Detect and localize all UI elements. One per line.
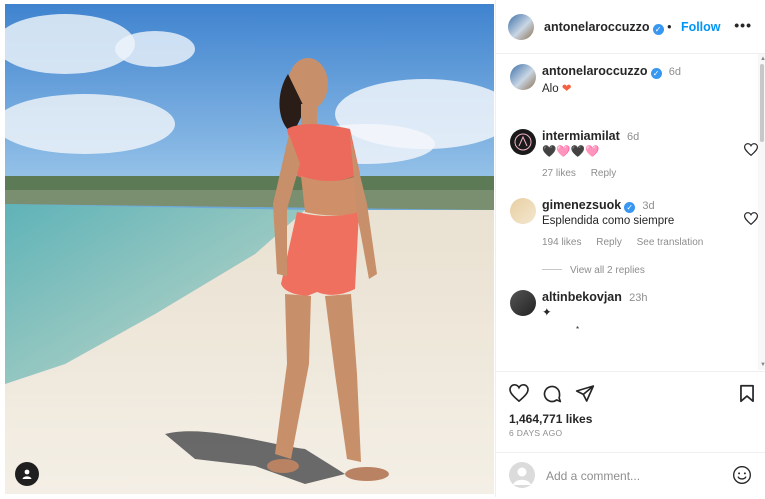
comments-list[interactable]: antonelaroccuzzo✓ 6d Alo ❤ intermiamila bbox=[496, 54, 758, 370]
caption-avatar[interactable] bbox=[510, 64, 536, 90]
comment-username[interactable]: intermiamilat bbox=[542, 129, 620, 143]
replies-divider bbox=[542, 269, 562, 270]
emoji-icon[interactable] bbox=[732, 465, 752, 485]
comment-likes[interactable]: 27 likes bbox=[542, 168, 576, 179]
caption-time: 6d bbox=[668, 66, 682, 78]
scroll-up-icon[interactable]: ▲ bbox=[760, 56, 765, 62]
comment-body: altinbekovjan 23h ✦ bbox=[542, 290, 730, 321]
instagram-post-modal: antonelaroccuzzo ✓ • Follow ••• antonelar… bbox=[0, 0, 765, 497]
like-comment-heart-icon[interactable] bbox=[744, 143, 758, 156]
separator-dot: • bbox=[667, 20, 672, 34]
reply-button[interactable]: Reply bbox=[596, 237, 622, 248]
scroll-down-icon[interactable]: ▼ bbox=[760, 362, 765, 368]
comment-time: 23h bbox=[629, 292, 648, 304]
like-heart-icon[interactable] bbox=[509, 384, 529, 402]
author-username[interactable]: antonelaroccuzzo bbox=[544, 20, 650, 34]
post-header: antonelaroccuzzo ✓ • Follow ••• bbox=[496, 0, 765, 54]
share-icon[interactable] bbox=[575, 384, 595, 403]
post-side-panel: antonelaroccuzzo ✓ • Follow ••• antonelar… bbox=[495, 0, 765, 497]
follow-button[interactable]: Follow bbox=[681, 20, 721, 34]
comment-likes[interactable]: 194 likes bbox=[542, 237, 581, 248]
add-comment-input[interactable]: Add a comment... bbox=[546, 469, 640, 483]
author-row: antonelaroccuzzo ✓ • Follow bbox=[544, 20, 721, 35]
comment-username[interactable]: altinbekovjan bbox=[542, 290, 622, 304]
comment-time: 3d bbox=[642, 200, 655, 212]
view-replies-button[interactable]: View all 2 replies bbox=[542, 265, 645, 276]
comment-body: gimenezsuok ✓ 3d Esplendida como siempre … bbox=[542, 198, 730, 250]
comment-icon[interactable] bbox=[542, 384, 562, 404]
post-actions: 1,464,771 likes 6 DAYS AGO Add a comment… bbox=[496, 371, 765, 498]
view-replies-label[interactable]: View all 2 replies bbox=[570, 265, 645, 276]
comment-username[interactable]: gimenezsuok bbox=[542, 198, 621, 212]
current-user-avatar bbox=[509, 462, 535, 488]
likes-count[interactable]: 1,464,771 likes bbox=[509, 412, 592, 426]
verified-icon: ✓ bbox=[652, 24, 664, 35]
comment-avatar[interactable] bbox=[510, 290, 536, 316]
post-date: 6 DAYS AGO bbox=[509, 428, 563, 438]
add-comment-bar: Add a comment... bbox=[496, 452, 765, 499]
orange-heart-icon: ❤ bbox=[561, 83, 572, 95]
comment-body: intermiamilat 6d 🖤🩷🖤🩷 27 likes Reply bbox=[542, 129, 730, 181]
comment-avatar[interactable] bbox=[510, 198, 536, 224]
comment-text: Esplendida como siempre bbox=[542, 215, 675, 227]
comment-text: 🖤🩷🖤🩷 bbox=[542, 146, 600, 158]
verified-icon: ✓ bbox=[650, 68, 662, 79]
caption-body: antonelaroccuzzo ✓ 6d Alo ❤ bbox=[542, 64, 730, 97]
tagged-user-icon[interactable] bbox=[15, 462, 39, 486]
see-translation-button[interactable]: See translation bbox=[637, 237, 704, 248]
verified-icon: ✓ bbox=[624, 202, 636, 213]
beach-photo bbox=[5, 4, 494, 494]
reply-button[interactable]: Reply bbox=[591, 168, 617, 179]
comment-text: ✦ bbox=[542, 307, 552, 319]
comment-time: 6d bbox=[627, 131, 640, 143]
comment-avatar[interactable] bbox=[510, 129, 536, 155]
save-bookmark-icon[interactable] bbox=[739, 384, 755, 403]
post-image[interactable] bbox=[5, 4, 494, 494]
svg-text:*: * bbox=[576, 325, 579, 334]
scroll-thumb[interactable] bbox=[760, 64, 764, 142]
more-options-icon[interactable]: ••• bbox=[734, 17, 752, 33]
author-avatar[interactable] bbox=[508, 14, 534, 40]
comments-scrollbar[interactable]: ▲ ▼ bbox=[758, 54, 765, 370]
like-comment-heart-icon[interactable] bbox=[744, 212, 758, 225]
sparkle-decoration: * . ✦ . bbox=[576, 325, 579, 334]
caption-text: Alo bbox=[542, 83, 559, 95]
caption-username[interactable]: antonelaroccuzzo bbox=[542, 64, 648, 78]
